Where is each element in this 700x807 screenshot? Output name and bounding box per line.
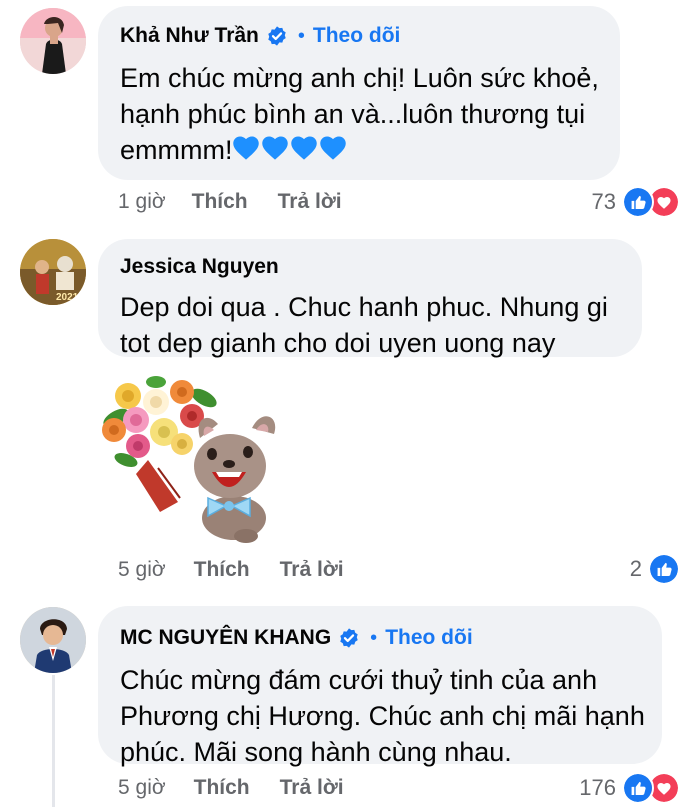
reaction-count: 2 <box>629 556 642 581</box>
comment-text: Chúc mừng đám cưới thuỷ tinh của anh Phư… <box>120 662 660 770</box>
reaction-summary[interactable]: 73 <box>592 186 680 218</box>
timestamp[interactable]: 5 giờ <box>118 776 166 800</box>
comment-line: tot dep gianh cho doi uyen uong nay <box>120 328 556 358</box>
comment-line: emmmm! <box>120 132 610 168</box>
comment-line: Dep doi qua . Chuc hanh phuc. Nhung gi <box>120 292 608 322</box>
comment-actions: 5 giờ Thích Trả lời <box>118 776 344 800</box>
blue-heart-emoji-icon <box>232 135 348 165</box>
comment-text: Dep doi qua . Chuc hanh phuc. Nhung gi t… <box>120 289 640 361</box>
comment-line: Chúc mừng đám cưới thuỷ tinh của anh <box>120 665 598 695</box>
follow-button[interactable]: Theo dõi <box>385 626 473 650</box>
timestamp[interactable]: 5 giờ <box>118 558 166 582</box>
avatar[interactable] <box>20 607 86 673</box>
comment-actions: 5 giờ Thích Trả lời <box>118 558 344 582</box>
avatar-year-text: 2021 <box>56 292 79 303</box>
comment-line: phúc. Mãi song hành cùng nhau. <box>120 737 512 767</box>
comment-line: Em chúc mừng anh chị! Luôn sức khoẻ, <box>120 63 599 93</box>
reply-button[interactable]: Trả lời <box>280 558 344 582</box>
verified-badge-icon <box>266 25 288 47</box>
timestamp[interactable]: 1 giờ <box>118 190 166 214</box>
comment-3: MC NGUYÊN KHANG • Theo dõi Chúc mừng đám… <box>0 595 700 807</box>
separator-dot: • <box>370 626 378 649</box>
like-button[interactable]: Thích <box>192 190 248 214</box>
like-icon <box>622 772 654 804</box>
verified-badge-icon <box>338 627 360 649</box>
avatar[interactable]: 2021 <box>20 239 86 305</box>
like-icon <box>648 553 680 585</box>
reaction-summary[interactable]: 176 <box>579 772 680 804</box>
follow-button[interactable]: Theo dõi <box>313 24 401 48</box>
author-name[interactable]: MC NGUYÊN KHANG <box>120 626 331 650</box>
reply-thread-line <box>52 675 55 807</box>
comment-bubble: MC NGUYÊN KHANG • Theo dõi Chúc mừng đám… <box>98 606 662 767</box>
separator-dot: • <box>297 24 305 47</box>
reaction-count: 73 <box>591 189 616 214</box>
reply-button[interactable]: Trả lời <box>278 190 342 214</box>
comment-bubble: Khả Như Trần • Theo dõi Em chúc mừng anh… <box>98 6 620 180</box>
flower-bouquet-dog-sticker[interactable] <box>96 368 286 548</box>
reaction-summary[interactable]: 2 <box>630 553 680 585</box>
comment-line: Phương chị Hương. Chúc anh chị mãi hạnh <box>120 701 645 731</box>
author-name[interactable]: Jessica Nguyen <box>120 255 279 279</box>
comment-line: hạnh phúc bình an và...luôn thương tụi <box>120 99 586 129</box>
reaction-count: 176 <box>579 775 616 800</box>
author-name[interactable]: Khả Như Trần <box>120 24 259 48</box>
comment-actions: 1 giờ Thích Trả lời <box>118 190 342 214</box>
reply-button[interactable]: Trả lời <box>280 776 344 800</box>
like-button[interactable]: Thích <box>194 776 250 800</box>
comment-bubble: Jessica Nguyen Dep doi qua . Chuc hanh p… <box>98 239 642 358</box>
comment-text: Em chúc mừng anh chị! Luôn sức khoẻ, hạn… <box>120 60 610 168</box>
avatar[interactable] <box>20 8 86 74</box>
like-icon <box>622 186 654 218</box>
like-button[interactable]: Thích <box>194 558 250 582</box>
comment-1: Khả Như Trần • Theo dõi Em chúc mừng anh… <box>0 0 700 225</box>
